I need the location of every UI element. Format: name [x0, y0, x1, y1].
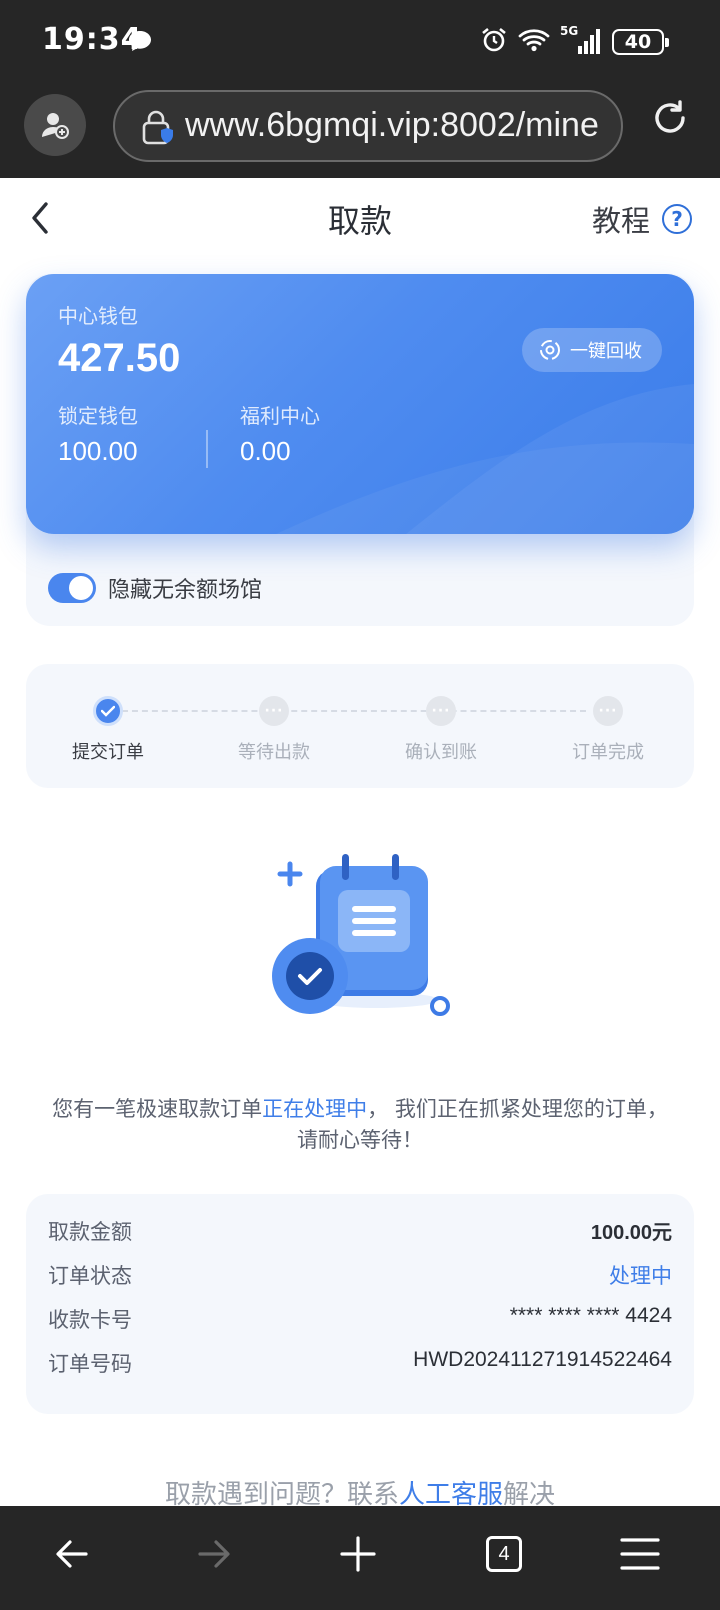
order-details-panel: 取款金额 100.00元 订单状态 处理中 收款卡号 **** **** ***… [26, 1194, 694, 1414]
url-text: www.6bgmqi.vip:8002/mine [185, 106, 599, 144]
hide-empty-venues-row: 隐藏无余额场馆 [48, 572, 262, 604]
browser-toolbar: www.6bgmqi.vip:8002/mine [0, 84, 720, 178]
menu-icon[interactable] [620, 1536, 660, 1576]
user-add-icon [42, 113, 69, 139]
welfare-center-amount: 0.00 [240, 436, 291, 466]
message-text-1: 您有一笔极速取款订单 [52, 1097, 263, 1121]
tutorial-label: 教程 [591, 204, 650, 238]
card-number-value: **** **** **** 4424 [509, 1304, 672, 1327]
order-status-value: 处理中 [609, 1264, 672, 1288]
status-icons: 5G 40 [480, 24, 669, 58]
detail-label: 收款卡号 [48, 1308, 132, 1332]
wallet-card: 中心钱包 427.50 一键回收 锁定钱包 100.00 福利中心 0.00 [26, 274, 694, 534]
hide-empty-venues-toggle[interactable] [48, 573, 96, 603]
locked-wallet-label: 锁定钱包 [58, 404, 138, 428]
new-tab-plus-icon[interactable] [340, 1536, 376, 1576]
detail-row-card: 收款卡号 **** **** **** 4424 [48, 1304, 672, 1334]
one-click-recycle-button[interactable]: 一键回收 [522, 328, 662, 372]
profile-button[interactable] [24, 94, 86, 156]
pending-dots-icon: ··· [593, 696, 623, 726]
steps-connector [122, 710, 586, 712]
step-awaiting-payout: ··· 等待出款 [204, 696, 344, 764]
battery-indicator: 40 [612, 29, 669, 55]
detail-row-order-number: 订单号码 HWD20241127191452246​4 [48, 1348, 672, 1378]
wifi-icon [518, 27, 550, 57]
tutorial-link[interactable]: 教程 ? [592, 198, 692, 240]
pending-dots-icon: ··· [259, 696, 289, 726]
alarm-icon [480, 26, 508, 58]
order-number-value: HWD20241127191452246​4 [413, 1348, 672, 1371]
recycle-icon [540, 340, 560, 360]
chat-bubble-icon [128, 30, 152, 56]
page-header: 取款 教程 ? [0, 178, 720, 258]
step-label: 确认到账 [405, 742, 477, 763]
withdraw-amount-value: 100.00元 [590, 1222, 672, 1244]
step-label: 提交订单 [72, 742, 144, 763]
help-icon: ? [662, 204, 692, 234]
detail-label: 取款金额 [48, 1220, 132, 1244]
step-label: 等待出款 [238, 742, 310, 763]
detail-row-amount: 取款金额 100.00元 [48, 1216, 672, 1246]
status-bar: 19:34 5G 40 [0, 0, 720, 84]
center-wallet-amount: 427.50 [58, 336, 181, 380]
processing-message: 您有一笔极速取款订单正在处理中， 我们正在抓紧处理您的订单， 请耐心等待！ [30, 1094, 690, 1156]
step-order-complete: ··· 订单完成 [538, 696, 678, 764]
welfare-center-label: 福利中心 [240, 404, 320, 428]
step-confirm-receipt: ··· 确认到账 [371, 696, 511, 764]
step-label: 订单完成 [572, 742, 644, 763]
wallet-divider [206, 430, 208, 468]
tab-count: 4 [486, 1536, 522, 1572]
check-icon [93, 696, 123, 726]
signal-icon: 5G [560, 24, 602, 56]
detail-label: 订单状态 [48, 1264, 132, 1288]
browser-bottom-nav: 4 [0, 1506, 720, 1610]
security-lock-icon [141, 110, 173, 150]
message-text-3: 请耐心等待！ [297, 1128, 423, 1152]
detail-label: 订单号码 [48, 1352, 132, 1376]
locked-wallet-amount: 100.00 [58, 436, 138, 466]
step-submit-order: 提交订单 [38, 696, 178, 764]
url-field[interactable]: www.6bgmqi.vip:8002/mine [113, 90, 623, 162]
order-processing-illustration [266, 850, 466, 1024]
center-wallet-label: 中心钱包 [58, 304, 138, 328]
forward-icon[interactable] [196, 1536, 232, 1576]
message-highlight: 正在处理中 [262, 1097, 368, 1121]
tabs-button[interactable]: 4 [486, 1536, 522, 1572]
withdraw-progress-steps: 提交订单 ··· 等待出款 ··· 确认到账 ··· 订单完成 [26, 664, 694, 788]
detail-row-status: 订单状态 处理中 [48, 1260, 672, 1290]
reload-icon[interactable] [650, 98, 690, 142]
back-icon[interactable] [54, 1536, 90, 1576]
message-text-2: ， 我们正在抓紧处理您的订单， [367, 1097, 668, 1121]
pending-dots-icon: ··· [426, 696, 456, 726]
recycle-label: 一键回收 [570, 341, 642, 362]
hide-empty-venues-label: 隐藏无余额场馆 [108, 578, 263, 603]
